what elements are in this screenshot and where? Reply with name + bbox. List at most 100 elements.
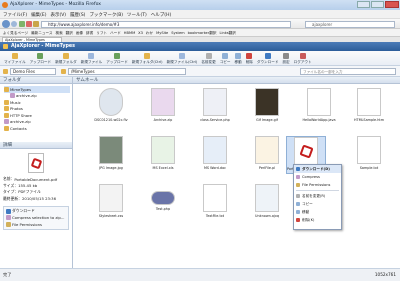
thumbnails-header: サムネール xyxy=(73,77,400,84)
flash-icon xyxy=(99,88,123,116)
repo-icon xyxy=(3,69,8,74)
file-thumb[interactable]: DSC01210-w02c.flv xyxy=(91,88,131,126)
app-title: AjaXplorer - MimeTypes xyxy=(11,44,76,49)
bookmark-item[interactable]: 最新ニュース xyxy=(31,31,52,36)
home-icon[interactable] xyxy=(33,21,39,27)
status-text: 完了 xyxy=(3,272,12,277)
bookmark-item[interactable]: 辞書 xyxy=(86,31,93,36)
detail-actions: ダウンロード Compress selection to zip... File… xyxy=(3,206,69,230)
bookmark-item[interactable]: リフト xyxy=(96,31,107,36)
folder-icon xyxy=(4,106,9,112)
folder-icon xyxy=(4,86,9,92)
tree-item[interactable]: Contacts xyxy=(4,125,70,132)
upload-button[interactable]: アップロード xyxy=(28,53,54,66)
new-file-button[interactable]: 新規ファイル xyxy=(79,53,105,66)
minimize-button[interactable] xyxy=(357,1,370,8)
delete-icon xyxy=(246,53,253,59)
menu-file[interactable]: ファイル(F) xyxy=(3,12,27,18)
bookmark-item[interactable]: ハード xyxy=(110,31,121,36)
file-thumb[interactable]: Unknown.ajxq xyxy=(247,184,287,222)
text-file-icon xyxy=(357,136,381,164)
file-thumb[interactable]: Archive.zip xyxy=(143,88,183,126)
bookmark-item[interactable]: 翻訳 xyxy=(66,31,73,36)
settings-button[interactable]: 設定 xyxy=(280,53,291,66)
bookmark-item[interactable]: X3 xyxy=(138,31,143,35)
status-dimensions: 1052x761 xyxy=(374,272,396,277)
context-delete[interactable]: 削除(K) xyxy=(294,216,341,224)
main-pane: サムネール DSC01210-w02c.flv Archive.zip clas… xyxy=(73,77,400,268)
path-input[interactable]: /MimeTypes xyxy=(68,68,186,75)
context-rename[interactable]: 名前を変更(R) xyxy=(294,192,341,200)
menu-bookmarks[interactable]: ブックマーク(B) xyxy=(89,12,123,18)
file-thumb[interactable]: Gif Image.gif xyxy=(247,88,287,126)
menu-help[interactable]: ヘルプ(H) xyxy=(151,12,171,18)
download-icon xyxy=(296,167,300,171)
text-file-icon xyxy=(203,184,227,212)
search-text: ajaxplorer xyxy=(312,22,333,27)
file-thumb[interactable]: MS Excel.xls xyxy=(143,136,183,174)
maximize-button[interactable] xyxy=(371,1,384,8)
css-icon xyxy=(99,184,123,212)
details-panel: 名前： PortableDocument.pdf サイズ： 155.45 kb タイ… xyxy=(0,149,72,232)
new-folder-button[interactable]: 新規フォルダ xyxy=(53,53,79,66)
move-icon xyxy=(296,210,300,214)
download-button[interactable]: ダウンロード xyxy=(255,53,281,66)
url-field[interactable]: http://www.ajaxplorer.info/demo/#3 xyxy=(41,21,291,28)
copy-button[interactable]: コピー xyxy=(218,53,233,66)
compress-action[interactable]: Compress selection to zip... xyxy=(6,215,66,222)
file-thumb[interactable]: JPG Image.jpg xyxy=(91,136,131,174)
file-thumb[interactable]: HelloWorldApp.java xyxy=(299,88,339,126)
forward-icon[interactable] xyxy=(11,21,17,27)
unknown-file-icon xyxy=(255,184,279,212)
my-files-button[interactable]: マイファイル xyxy=(2,53,28,66)
context-download[interactable]: ダウンロード(D) xyxy=(294,165,341,173)
bookmark-item[interactable]: よく見るページ xyxy=(3,31,28,36)
repository-select[interactable]: Demo Files xyxy=(10,68,56,75)
file-thumb[interactable]: MS Word.doc xyxy=(195,136,235,174)
stop-icon[interactable] xyxy=(26,21,32,27)
permissions-action[interactable]: File Permissions xyxy=(6,221,66,228)
new-file-icon xyxy=(88,53,95,59)
search-field[interactable]: ajaxplorer xyxy=(305,21,395,28)
move-button[interactable]: 移動 xyxy=(233,53,244,66)
logout-button[interactable]: ログアウト xyxy=(292,53,314,66)
bookmark-item[interactable]: 画像 xyxy=(76,31,83,36)
context-permissions[interactable]: File Permissions xyxy=(294,181,341,189)
context-copy[interactable]: コピー xyxy=(294,200,341,208)
close-button[interactable] xyxy=(385,1,399,8)
bookmark-item[interactable]: 検索 xyxy=(55,31,62,36)
menu-edit[interactable]: 編集(E) xyxy=(31,12,46,18)
modified-label: 最終更新： xyxy=(3,195,22,201)
file-thumb[interactable]: Stylesheet.css xyxy=(91,184,131,222)
filename-value: PortableDocument.pdf xyxy=(14,176,58,182)
php-icon xyxy=(203,88,227,116)
bookmark-item[interactable]: System xyxy=(171,31,184,35)
context-move[interactable]: 移動 xyxy=(294,208,341,216)
bookmarks-toolbar: よく見るページ 最新ニュース 検索 翻訳 画像 辞書 リフト ハード HBMM … xyxy=(0,29,400,37)
tree-header: フォルダ xyxy=(0,77,72,84)
new-folder-ctrl-button[interactable]: 新規フォルダ(Ctrl) xyxy=(130,53,165,66)
file-thumb[interactable]: PerlFile.pl xyxy=(247,136,287,174)
rename-button[interactable]: 名前変更 xyxy=(199,53,217,66)
file-thumb[interactable]: Sample.txt xyxy=(349,136,389,174)
delete-button[interactable]: 削除 xyxy=(244,53,255,66)
bookmark-item[interactable]: わか xyxy=(146,31,153,36)
menu-tools[interactable]: ツール(T) xyxy=(127,12,147,18)
file-thumb[interactable]: class.Service.php xyxy=(195,88,235,126)
upload2-button[interactable]: アップロード xyxy=(104,53,130,66)
filter-input[interactable]: ファイル名の一部を入力 xyxy=(300,68,396,75)
reload-icon[interactable] xyxy=(19,21,25,27)
bookmark-item[interactable]: HBMM xyxy=(124,31,135,35)
context-compress[interactable]: Compress xyxy=(294,173,341,181)
menu-history[interactable]: 履歴(S) xyxy=(70,12,85,18)
menu-view[interactable]: 表示(V) xyxy=(50,12,66,18)
bookmark-item[interactable]: bookmarker翻訳 xyxy=(188,31,217,36)
file-thumb[interactable]: TextFile.txt xyxy=(195,184,235,222)
new-file-ctrl-button[interactable]: 新規ファイル(Ctrl) xyxy=(165,53,200,66)
bookmark-item[interactable]: Links翻訳 xyxy=(219,31,235,36)
back-icon[interactable] xyxy=(2,20,10,28)
file-thumb[interactable]: Test.php xyxy=(143,184,183,222)
file-thumb[interactable]: HTMLSample.htm xyxy=(349,88,389,126)
path-bar: Demo Files /MimeTypes ファイル名の一部を入力 xyxy=(0,66,400,77)
bookmark-item[interactable]: MySite xyxy=(156,31,168,35)
